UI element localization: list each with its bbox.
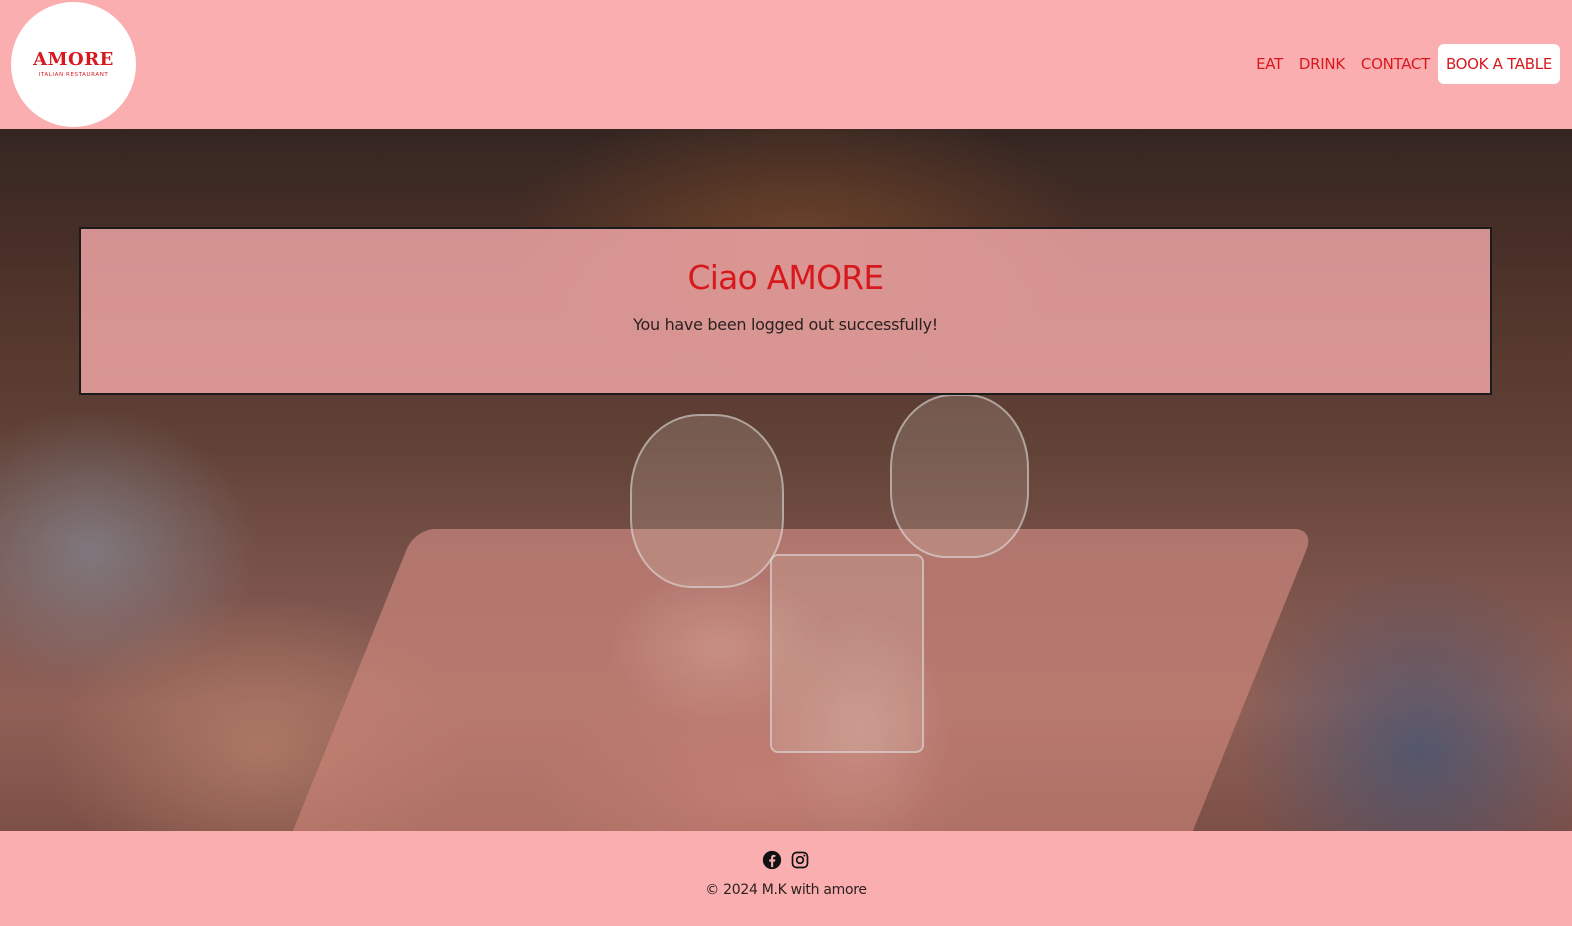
logout-message: You have been logged out successfully! — [633, 315, 938, 334]
logo-link[interactable]: AMORE ITALIAN RESTAURANT — [11, 2, 136, 127]
logo-wordmark: AMORE — [33, 49, 114, 70]
instagram-icon — [791, 851, 809, 869]
site-header: AMORE ITALIAN RESTAURANT EAT DRINK CONTA… — [0, 0, 1572, 129]
nav-drink-link[interactable]: DRINK — [1291, 44, 1353, 84]
logout-message-panel: Ciao AMORE You have been logged out succ… — [79, 227, 1492, 395]
nav-contact-link[interactable]: CONTACT — [1353, 44, 1438, 84]
main-nav: EAT DRINK CONTACT BOOK A TABLE — [1248, 44, 1560, 84]
copyright-text: © 2024 M.K with amore — [705, 882, 867, 898]
logo-tagline: ITALIAN RESTAURANT — [38, 72, 109, 78]
facebook-icon — [762, 850, 782, 870]
book-a-table-button[interactable]: BOOK A TABLE — [1437, 44, 1560, 84]
social-links — [0, 850, 1572, 870]
instagram-link[interactable] — [790, 850, 810, 870]
nav-eat-link[interactable]: EAT — [1248, 44, 1291, 84]
page-title: Ciao AMORE — [687, 258, 885, 297]
facebook-link[interactable] — [762, 850, 782, 870]
site-footer: © 2024 M.K with amore — [0, 831, 1572, 926]
